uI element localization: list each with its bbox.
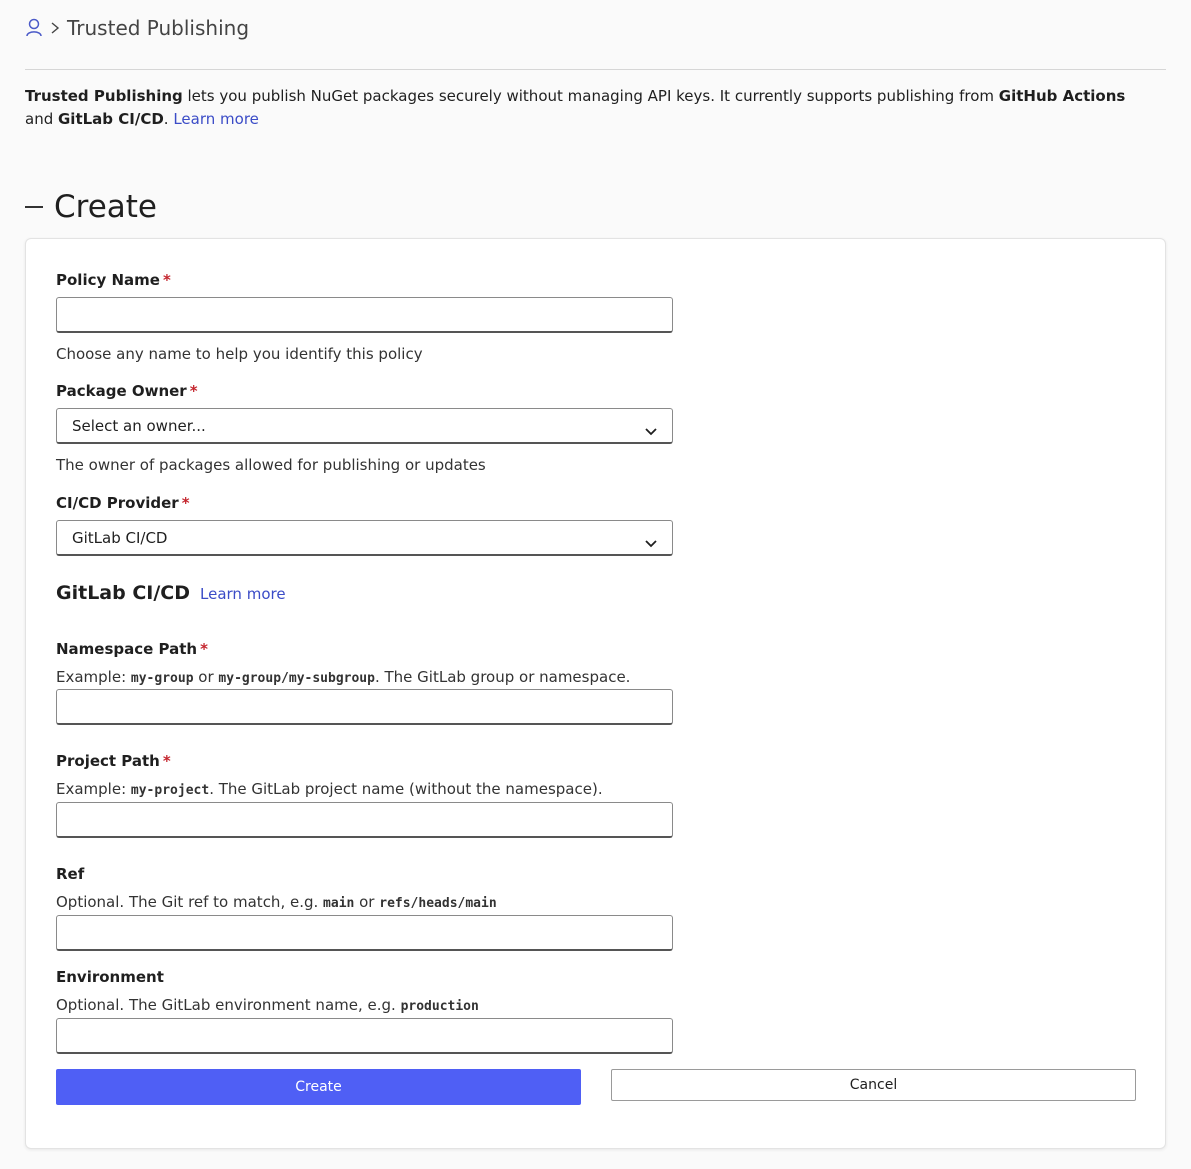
ref-help-prefix: Optional. The Git ref to match, e.g.: [56, 893, 324, 911]
provider-label: CI/CD Provider *: [56, 494, 190, 512]
required-marker: *: [181, 494, 190, 512]
chevron-down-icon: [645, 534, 657, 547]
project-label-text: Project Path: [56, 752, 160, 770]
project-input[interactable]: [56, 802, 673, 838]
environment-example: production: [400, 999, 479, 1014]
required-marker: *: [162, 271, 171, 289]
intro-text-2: and: [25, 110, 58, 128]
intro-bold-gitlab: GitLab CI/CD: [58, 110, 164, 128]
namespace-help: Example: my-group or my-group/my-subgrou…: [56, 668, 630, 686]
package-owner-select[interactable]: Select an owner...: [56, 408, 673, 444]
namespace-help-mid: or: [193, 668, 219, 686]
project-help: Example: my-project. The GitLab project …: [56, 780, 603, 798]
cancel-button[interactable]: Cancel: [611, 1069, 1136, 1101]
policy-name-input[interactable]: [56, 297, 673, 333]
chevron-right-icon: [47, 18, 63, 38]
provider-select[interactable]: GitLab CI/CD: [56, 520, 673, 556]
required-marker: *: [162, 752, 171, 770]
intro-text-3: .: [163, 110, 174, 128]
namespace-help-prefix: Example:: [56, 668, 131, 686]
provider-label-text: CI/CD Provider: [56, 494, 179, 512]
section-title: Create: [54, 189, 158, 225]
ref-example-1: main: [323, 896, 355, 911]
environment-help-prefix: Optional. The GitLab environment name, e…: [56, 996, 401, 1014]
namespace-label: Namespace Path *: [56, 640, 208, 658]
namespace-input[interactable]: [56, 689, 673, 725]
project-help-prefix: Example:: [56, 780, 131, 798]
ref-label: Ref: [56, 865, 85, 883]
namespace-help-suffix: . The GitLab group or namespace.: [374, 668, 631, 686]
intro-bold-trusted-publishing: Trusted Publishing: [25, 87, 183, 105]
policy-name-help: Choose any name to help you identify thi…: [56, 345, 423, 363]
ref-help: Optional. The Git ref to match, e.g. mai…: [56, 893, 497, 911]
environment-input[interactable]: [56, 1018, 673, 1054]
environment-label: Environment: [56, 968, 164, 986]
learn-more-link[interactable]: Learn more: [173, 110, 259, 128]
breadcrumb: Trusted Publishing: [25, 14, 249, 42]
user-icon[interactable]: [25, 18, 43, 38]
ref-example-2: refs/heads/main: [379, 896, 497, 911]
intro-text: Trusted Publishing lets you publish NuGe…: [25, 85, 1155, 131]
provider-section-title: GitLab CI/CD: [56, 582, 191, 604]
divider: [25, 69, 1166, 70]
provider-learn-more-link[interactable]: Learn more: [200, 585, 286, 603]
ref-help-mid: or: [354, 893, 380, 911]
required-marker: *: [189, 382, 198, 400]
project-label: Project Path *: [56, 752, 171, 770]
policy-name-label: Policy Name *: [56, 271, 171, 289]
policy-name-label-text: Policy Name: [56, 271, 160, 289]
namespace-example-1: my-group: [130, 671, 194, 686]
ref-input[interactable]: [56, 915, 673, 951]
package-owner-selected: Select an owner...: [72, 416, 206, 435]
provider-selected: GitLab CI/CD: [72, 528, 168, 547]
namespace-example-2: my-group/my-subgroup: [218, 671, 375, 686]
create-button[interactable]: Create: [56, 1069, 581, 1105]
breadcrumb-current: Trusted Publishing: [67, 16, 250, 40]
environment-help: Optional. The GitLab environment name, e…: [56, 996, 479, 1014]
provider-section-header: GitLab CI/CD Learn more: [56, 582, 286, 604]
project-help-suffix: . The GitLab project name (without the n…: [209, 780, 603, 798]
section-header: Create: [25, 186, 157, 228]
project-example: my-project: [130, 783, 210, 798]
chevron-down-icon: [645, 422, 657, 435]
package-owner-help: The owner of packages allowed for publis…: [56, 456, 486, 474]
intro-text-1: lets you publish NuGet packages securely…: [182, 87, 999, 105]
required-marker: *: [200, 640, 208, 658]
namespace-label-text: Namespace Path: [56, 640, 198, 658]
intro-bold-github-actions: GitHub Actions: [998, 87, 1126, 105]
package-owner-label-text: Package Owner: [56, 382, 187, 400]
minus-icon[interactable]: [25, 206, 43, 208]
package-owner-label: Package Owner *: [56, 382, 198, 400]
create-form-card: Policy Name * Choose any name to help you…: [25, 238, 1166, 1149]
